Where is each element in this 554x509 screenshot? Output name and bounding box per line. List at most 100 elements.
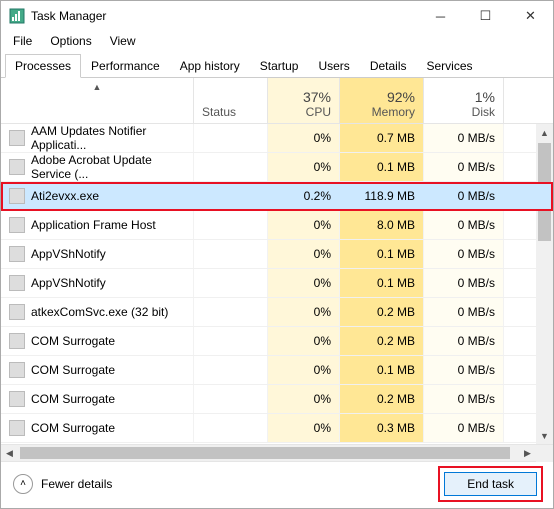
cell-memory: 0.1 MB	[340, 240, 424, 268]
cell-cpu: 0%	[268, 211, 340, 239]
column-status[interactable]: Status	[194, 78, 268, 123]
cell-status	[194, 356, 268, 384]
tab-startup[interactable]: Startup	[250, 54, 309, 78]
end-task-highlight: End task	[440, 468, 541, 500]
cell-disk: 0 MB/s	[424, 269, 504, 297]
table-row[interactable]: COM Surrogate0%0.1 MB0 MB/s	[1, 356, 553, 385]
cell-disk: 0 MB/s	[424, 124, 504, 152]
horizontal-scrollbar[interactable]: ◀ ▶	[1, 444, 553, 461]
tab-services[interactable]: Services	[417, 54, 483, 78]
cell-cpu: 0%	[268, 269, 340, 297]
process-list: AAM Updates Notifier Applicati...0%0.7 M…	[1, 124, 553, 444]
cell-memory: 0.1 MB	[340, 269, 424, 297]
scroll-track[interactable]	[536, 243, 553, 427]
process-name: Ati2evxx.exe	[31, 189, 99, 203]
column-disk[interactable]: 1% Disk	[424, 78, 504, 123]
sort-asc-icon: ▲	[93, 82, 102, 92]
cell-name: Ati2evxx.exe	[1, 182, 194, 210]
column-memory[interactable]: 92% Memory	[340, 78, 424, 123]
cell-memory: 8.0 MB	[340, 211, 424, 239]
memory-percent: 92%	[387, 89, 415, 105]
minimize-button[interactable]: ─	[418, 1, 463, 31]
cell-name: AAM Updates Notifier Applicati...	[1, 124, 194, 152]
process-icon	[9, 304, 25, 320]
cell-memory: 0.2 MB	[340, 385, 424, 413]
cell-cpu: 0%	[268, 153, 340, 181]
scroll-right-icon[interactable]: ▶	[519, 445, 536, 461]
table-row[interactable]: AppVShNotify0%0.1 MB0 MB/s	[1, 240, 553, 269]
menu-view[interactable]: View	[102, 32, 144, 50]
cpu-percent: 37%	[303, 89, 331, 105]
process-icon	[9, 391, 25, 407]
scroll-up-icon[interactable]: ▲	[536, 124, 553, 141]
table-row[interactable]: Application Frame Host 0%8.0 MB0 MB/s	[1, 211, 553, 240]
tab-app-history[interactable]: App history	[170, 54, 250, 78]
process-name: COM Surrogate	[31, 421, 115, 435]
cell-status	[194, 385, 268, 413]
disk-label: Disk	[472, 105, 495, 119]
cell-cpu: 0%	[268, 356, 340, 384]
cell-disk: 0 MB/s	[424, 211, 504, 239]
disk-percent: 1%	[475, 89, 495, 105]
tab-users[interactable]: Users	[308, 54, 359, 78]
footer: ˄ Fewer details End task	[1, 461, 553, 505]
cell-cpu: 0%	[268, 414, 340, 442]
cell-name: COM Surrogate	[1, 327, 194, 355]
tab-performance[interactable]: Performance	[81, 54, 170, 78]
scroll-left-icon[interactable]: ◀	[1, 445, 18, 461]
table-row[interactable]: atkexComSvc.exe (32 bit)0%0.2 MB0 MB/s	[1, 298, 553, 327]
cell-memory: 0.2 MB	[340, 298, 424, 326]
process-icon	[9, 130, 25, 146]
window-title: Task Manager	[31, 9, 418, 23]
process-icon	[9, 275, 25, 291]
cell-cpu: 0.2%	[268, 182, 340, 210]
column-headers: ▲ Name Status 37% CPU 92% Memory 1% Disk	[1, 78, 553, 124]
hscroll-track[interactable]	[18, 445, 519, 461]
cell-status	[194, 124, 268, 152]
hscroll-thumb[interactable]	[20, 447, 510, 459]
cell-cpu: 0%	[268, 240, 340, 268]
cell-disk: 0 MB/s	[424, 298, 504, 326]
tab-details[interactable]: Details	[360, 54, 417, 78]
cell-disk: 0 MB/s	[424, 327, 504, 355]
process-name: Adobe Acrobat Update Service (...	[31, 153, 185, 181]
fewer-details-button[interactable]: ˄ Fewer details	[13, 474, 112, 494]
table-row[interactable]: AppVShNotify0%0.1 MB0 MB/s	[1, 269, 553, 298]
process-name: Application Frame Host	[31, 218, 156, 232]
table-row[interactable]: Ati2evxx.exe0.2%118.9 MB0 MB/s	[1, 182, 553, 211]
titlebar[interactable]: Task Manager ─ ☐ ✕	[1, 1, 553, 31]
table-row[interactable]: COM Surrogate0%0.2 MB0 MB/s	[1, 327, 553, 356]
process-icon	[9, 420, 25, 436]
cell-name: Adobe Acrobat Update Service (...	[1, 153, 194, 181]
process-name: COM Surrogate	[31, 392, 115, 406]
menu-file[interactable]: File	[5, 32, 40, 50]
chevron-up-icon: ˄	[13, 474, 33, 494]
end-task-button[interactable]: End task	[444, 472, 537, 496]
cell-name: COM Surrogate	[1, 414, 194, 442]
cell-cpu: 0%	[268, 298, 340, 326]
cpu-label: CPU	[306, 105, 331, 119]
cell-status	[194, 269, 268, 297]
table-row[interactable]: COM Surrogate0%0.3 MB0 MB/s	[1, 414, 553, 443]
column-name[interactable]: ▲ Name	[1, 78, 194, 123]
process-icon	[9, 333, 25, 349]
cell-cpu: 0%	[268, 327, 340, 355]
cell-memory: 0.1 MB	[340, 153, 424, 181]
maximize-button[interactable]: ☐	[463, 1, 508, 31]
table-row[interactable]: AAM Updates Notifier Applicati...0%0.7 M…	[1, 124, 553, 153]
table-row[interactable]: Adobe Acrobat Update Service (... 0%0.1 M…	[1, 153, 553, 182]
scroll-corner	[536, 445, 553, 462]
column-cpu[interactable]: 37% CPU	[268, 78, 340, 123]
tab-processes[interactable]: Processes	[5, 54, 81, 78]
memory-label: Memory	[372, 105, 415, 119]
tabs: ProcessesPerformanceApp historyStartupUs…	[1, 51, 553, 78]
scroll-down-icon[interactable]: ▼	[536, 427, 553, 444]
cell-memory: 118.9 MB	[340, 182, 424, 210]
process-name: COM Surrogate	[31, 363, 115, 377]
menu-options[interactable]: Options	[42, 32, 99, 50]
close-button[interactable]: ✕	[508, 1, 553, 31]
cell-cpu: 0%	[268, 124, 340, 152]
vertical-scrollbar[interactable]: ▲ ▼	[536, 124, 553, 444]
table-row[interactable]: COM Surrogate0%0.2 MB0 MB/s	[1, 385, 553, 414]
cell-memory: 0.3 MB	[340, 414, 424, 442]
